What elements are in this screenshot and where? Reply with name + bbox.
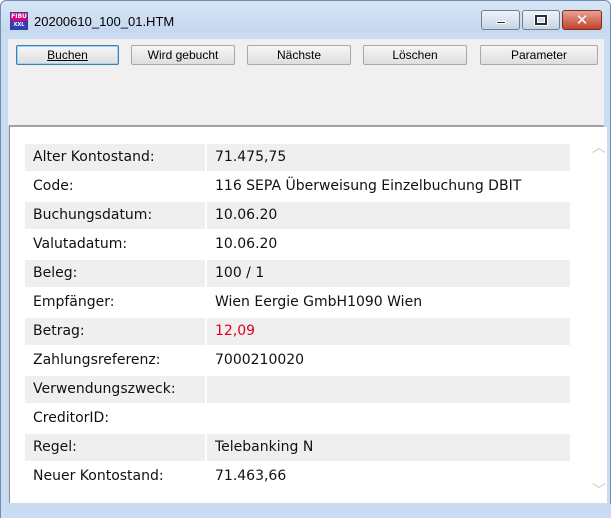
wird-gebucht-button-label: Wird gebucht [147,48,219,62]
naechste-button-label: Nächste [276,48,322,62]
detail-row-valutadatum: Valutadatum: 10.06.20 [25,231,570,260]
detail-value: 71.463,66 [215,468,287,484]
app-icon-bottom-text: XXL [11,21,27,29]
wird-gebucht-button[interactable]: Wird gebucht [131,45,235,65]
parameter-button[interactable]: Parameter [480,45,598,65]
detail-row-verwendungszweck: Verwendungszweck: [25,376,570,405]
loeschen-button-label: Löschen [392,48,438,62]
detail-label: Verwendungszweck: [25,376,205,403]
detail-table: Alter Kontostand: 71.475,75 Code: 116 SE… [25,144,570,492]
buchen-button-label: Buchen [47,48,88,62]
toolbar: Buchen Wird gebucht Nächste Löschen Para… [8,39,604,125]
detail-value: Telebanking N [207,434,570,461]
detail-label: Valutadatum: [33,236,128,252]
detail-value: 116 SEPA Überweisung Einzelbuchung DBIT [215,178,522,194]
detail-label: Zahlungsreferenz: [33,352,161,368]
buchen-button[interactable]: Buchen [16,45,119,65]
detail-row-code: Code: 116 SEPA Überweisung Einzelbuchung… [25,173,570,202]
detail-row-zahlungsreferenz: Zahlungsreferenz: 7000210020 [25,347,570,376]
detail-row-regel: Regel: Telebanking N [25,434,570,463]
loeschen-button[interactable]: Löschen [363,45,467,65]
chevron-up-icon[interactable]: ︿ [592,141,606,155]
detail-label: Empfänger: [33,294,115,310]
window-title: 20200610_100_01.HTM [34,14,175,29]
detail-row-betrag: Betrag: 12,09 [25,318,570,347]
detail-row-beleg: Beleg: 100 / 1 [25,260,570,289]
detail-row-neuer-kontostand: Neuer Kontostand: 71.463,66 [25,463,570,492]
app-window: FIBU XXL 20200610_100_01.HTM ✕ Buchen Wi… [0,0,611,518]
detail-value [207,376,570,403]
detail-label: Buchungsdatum: [25,202,205,229]
detail-label: Alter Kontostand: [25,144,205,171]
maximize-button[interactable] [522,10,560,30]
detail-label: Neuer Kontostand: [33,468,164,484]
amount-value: 12,09 [207,318,570,345]
booking-detail-view[interactable]: Alter Kontostand: 71.475,75 Code: 116 SE… [9,125,607,503]
minimize-icon [496,21,506,24]
detail-row-empfaenger: Empfänger: Wien Eergie GmbH1090 Wien [25,289,570,318]
window-bottom-border [1,504,611,518]
title-bar[interactable]: FIBU XXL 20200610_100_01.HTM ✕ [1,1,610,33]
detail-value: 100 / 1 [207,260,570,287]
naechste-button[interactable]: Nächste [247,45,351,65]
detail-label: CreditorID: [33,410,110,426]
detail-value: Wien Eergie GmbH1090 Wien [215,294,423,310]
chevron-down-icon[interactable]: ﹀ [592,484,606,498]
app-icon-top-text: FIBU [11,13,27,21]
detail-row-buchungsdatum: Buchungsdatum: 10.06.20 [25,202,570,231]
detail-row-creditorid: CreditorID: [25,405,570,434]
detail-label: Code: [33,178,74,194]
vertical-scrollbar[interactable]: ︿ ﹀ [590,127,607,503]
maximize-icon [534,14,548,26]
minimize-button[interactable] [481,10,520,30]
parameter-button-label: Parameter [510,48,568,62]
detail-value: 10.06.20 [207,202,570,229]
detail-value: 71.475,75 [207,144,570,171]
close-icon: ✕ [575,11,589,29]
detail-row-alter-kontostand: Alter Kontostand: 71.475,75 [25,144,570,173]
close-button[interactable]: ✕ [562,10,602,30]
detail-label: Betrag: [25,318,205,345]
detail-label: Regel: [25,434,205,461]
detail-value: 7000210020 [215,352,305,368]
detail-label: Beleg: [25,260,205,287]
fibu-app-icon[interactable]: FIBU XXL [10,12,28,30]
detail-value: 10.06.20 [215,236,278,252]
detail-value [207,405,570,432]
